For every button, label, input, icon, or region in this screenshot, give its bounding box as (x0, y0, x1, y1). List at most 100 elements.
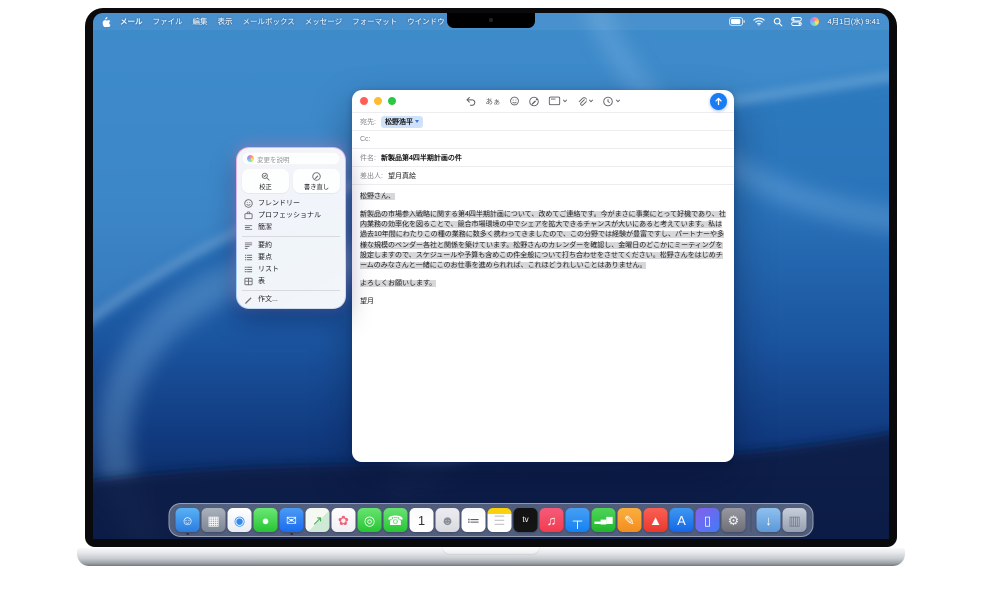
rewrite-button[interactable]: 書き直し (293, 169, 340, 193)
camera-dot (489, 18, 493, 22)
subject-field[interactable]: 件名: 新製品第4四半期計画の件 (352, 148, 734, 166)
menu-item-編集[interactable]: 編集 (193, 17, 208, 26)
dock-numbers-icon[interactable]: ▂▄▆ (592, 508, 616, 532)
dock-phone-icon[interactable]: ☎ (384, 508, 408, 532)
dock-facetime-icon[interactable]: ◎ (358, 508, 382, 532)
writing-tools-button[interactable] (529, 96, 540, 107)
pages-glyph: ✎ (624, 514, 635, 527)
desktop-stage: メール ファイル編集表示メールボックスメッセージフォーマットウインドウヘルプ (0, 0, 982, 598)
describe-change-input[interactable]: 変更を説明 (242, 152, 340, 165)
message-body[interactable]: 松野さん、 新製品の市場参入戦略に関する第4四半期計画について、改めてご連絡です… (352, 184, 734, 322)
undo-button[interactable] (466, 96, 477, 106)
format-text-button[interactable]: あぁ (486, 96, 501, 107)
dock-music-icon[interactable]: ♫ (540, 508, 564, 532)
send-later-button[interactable] (603, 96, 621, 107)
writing-tools-option-table[interactable]: 表 (242, 275, 340, 287)
battery-icon[interactable] (729, 17, 745, 26)
calendar-glyph: 1 (418, 514, 425, 527)
dock-maps-icon[interactable]: ↗ (306, 508, 330, 532)
writing-tools-option-professional[interactable]: プロフェッショナル (242, 209, 340, 221)
menu-items: ファイル編集表示メールボックスメッセージフォーマットウインドウヘルプ (153, 16, 488, 27)
from-value: 望月真絵 (388, 171, 416, 181)
to-field[interactable]: 宛先: 松野浩平 (352, 112, 734, 130)
dock-contacts-icon[interactable]: ☻ (436, 508, 460, 532)
dock-calendar-icon[interactable]: 1 (410, 508, 434, 532)
writing-tools-option-list[interactable]: リスト (242, 263, 340, 275)
dock-rocket-app-icon[interactable]: ▲ (644, 508, 668, 532)
iphone-mirroring-glyph: ▯ (704, 514, 711, 527)
option-label: 表 (258, 276, 265, 286)
recipient-name: 松野浩平 (385, 117, 413, 127)
dock-launchpad-icon[interactable]: ▦ (202, 508, 226, 532)
dock-pages-icon[interactable]: ✎ (618, 508, 642, 532)
menu-clock[interactable]: 4月1日(水) 9:41 (827, 16, 880, 27)
menu-item-表示[interactable]: 表示 (218, 17, 233, 26)
dock-system-settings-icon[interactable]: ⚙ (722, 508, 746, 532)
send-button[interactable] (710, 93, 727, 110)
zoom-button[interactable] (388, 97, 396, 105)
writing-tools-option-concise[interactable]: 簡潔 (242, 221, 340, 233)
chevron-down-icon (415, 120, 419, 123)
proofread-button[interactable]: 校正 (242, 169, 289, 193)
wifi-icon[interactable] (753, 17, 765, 26)
keynote-glyph: ┬ (573, 514, 582, 527)
header-fields-button[interactable] (549, 96, 568, 106)
menu-app-name[interactable]: メール (120, 16, 143, 27)
menu-item-ファイル[interactable]: ファイル (153, 17, 183, 26)
dock-app-store-icon[interactable]: A (670, 508, 694, 532)
writing-tools-option-key-points[interactable]: 要点 (242, 251, 340, 263)
cc-field[interactable]: Cc: (352, 130, 734, 148)
safari-glyph: ◉ (234, 514, 245, 527)
spotlight-search-icon[interactable] (773, 17, 783, 27)
writing-tools-option-compose[interactable]: 作文... (242, 293, 340, 305)
close-button[interactable] (360, 97, 368, 105)
option-label: 要約 (258, 240, 272, 250)
dock-messages-icon[interactable]: ● (254, 508, 278, 532)
notes-glyph: ☰ (494, 514, 506, 527)
dock-trash-icon[interactable]: ▥ (783, 508, 807, 532)
dock-finder-icon[interactable]: ☺ (176, 508, 200, 532)
compose-titlebar[interactable]: あぁ (352, 90, 734, 112)
apple-intelligence-status-icon[interactable] (810, 17, 819, 26)
list-icon (244, 265, 253, 274)
rocket-app-glyph: ▲ (649, 514, 662, 527)
action-label: 書き直し (304, 182, 329, 191)
control-center-icon[interactable] (791, 17, 802, 26)
phone-glyph: ☎ (387, 514, 403, 527)
attach-file-button[interactable] (577, 96, 594, 107)
menu-item-メールボックス[interactable]: メールボックス (243, 17, 295, 26)
dock-iphone-mirroring-icon[interactable]: ▯ (696, 508, 720, 532)
dock-keynote-icon[interactable]: ┬ (566, 508, 590, 532)
recipient-chip[interactable]: 松野浩平 (381, 116, 423, 128)
separator (242, 290, 340, 291)
proofread-icon (261, 172, 270, 181)
option-label: リスト (258, 264, 279, 274)
writing-tools-popup: 変更を説明 校正書き直し フレンドリープロフェッショナル簡潔要約要点リスト表作文… (236, 147, 346, 309)
option-label: 要点 (258, 252, 272, 262)
menu-item-フォーマット[interactable]: フォーマット (352, 17, 397, 26)
menu-item-ウインドウ[interactable]: ウインドウ (407, 17, 445, 26)
apple-menu[interactable] (102, 16, 111, 27)
dock-photos-icon[interactable]: ✿ (332, 508, 356, 532)
from-field[interactable]: 差出人: 望月真絵 (352, 166, 734, 184)
dock-reminders-icon[interactable]: ≔ (462, 508, 486, 532)
app-store-glyph: A (677, 514, 686, 527)
dock-notes-icon[interactable]: ☰ (488, 508, 512, 532)
key-points-icon (244, 253, 253, 262)
dock-mail-icon[interactable]: ✉ (280, 508, 304, 532)
mail-glyph: ✉ (286, 514, 297, 527)
writing-tools-options: フレンドリープロフェッショナル簡潔要約要点リスト表作文... (242, 197, 340, 305)
dock-downloads-folder-icon[interactable]: ↓ (757, 508, 781, 532)
minimize-button[interactable] (374, 97, 382, 105)
writing-tools-option-friendly[interactable]: フレンドリー (242, 197, 340, 209)
emoji-button[interactable] (510, 96, 520, 106)
dock-tv-icon[interactable]: tv (514, 508, 538, 532)
menu-item-メッセージ[interactable]: メッセージ (305, 17, 342, 26)
maps-glyph: ↗ (312, 514, 323, 527)
chevron-down-icon (616, 99, 621, 103)
professional-icon (244, 211, 253, 220)
dock-safari-icon[interactable]: ◉ (228, 508, 252, 532)
writing-tools-option-summary[interactable]: 要約 (242, 239, 340, 251)
chevron-down-icon (589, 99, 594, 103)
cc-label: Cc: (360, 136, 371, 143)
